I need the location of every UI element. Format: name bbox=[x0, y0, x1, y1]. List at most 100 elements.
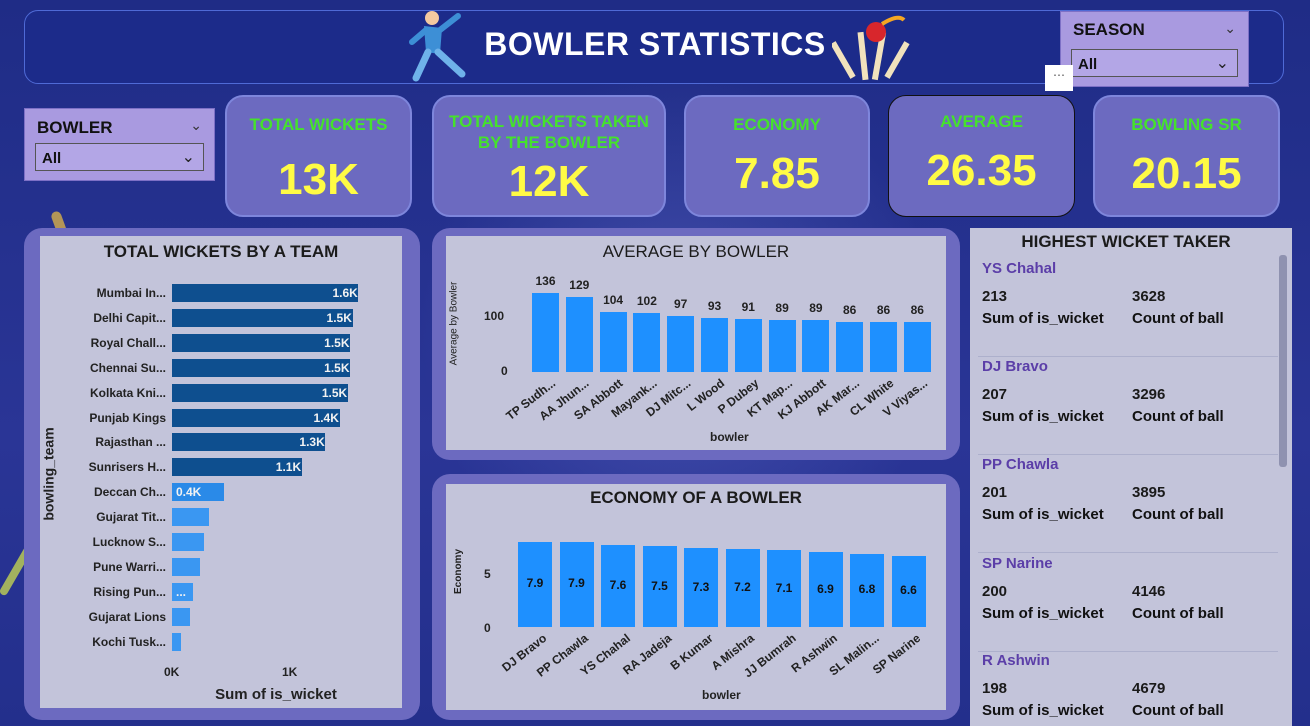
kpi-wickets-by-bowler: TOTAL WICKETS TAKEN BY THE BOWLER 12K bbox=[432, 95, 666, 217]
kpi-value: 7.85 bbox=[734, 149, 820, 198]
kpi-strike-rate: BOWLING SR 20.15 bbox=[1093, 95, 1280, 217]
x-axis-title: bowler bbox=[702, 688, 741, 702]
y-tick: 5 bbox=[484, 567, 491, 581]
data-label: 1.6K bbox=[332, 286, 358, 300]
ball-count: 3296 bbox=[1132, 386, 1166, 403]
kpi-total-wickets: TOTAL WICKETS 13K bbox=[225, 95, 412, 217]
y-tick-label: Kolkata Kni... bbox=[89, 385, 166, 400]
kpi-value: 26.35 bbox=[926, 146, 1037, 195]
chart-title: ECONOMY OF A BOWLER bbox=[590, 488, 802, 507]
x-axis-title: Sum of is_wicket bbox=[215, 686, 337, 703]
bar bbox=[532, 293, 559, 372]
x-tick: 0K bbox=[164, 665, 180, 679]
bar bbox=[172, 533, 204, 551]
panel-title: HIGHEST WICKET TAKER bbox=[1021, 232, 1231, 251]
y-tick-label: Mumbai In... bbox=[96, 286, 166, 300]
data-label: 7.9 bbox=[526, 576, 544, 591]
x-tick: 1K bbox=[282, 665, 298, 679]
ball-label: Count of ball bbox=[1132, 605, 1224, 622]
data-label: 0.4K bbox=[176, 485, 202, 500]
data-label: 1.4K bbox=[313, 410, 339, 425]
highest-wicket-taker-panel: HIGHEST WICKET TAKER YS Chahal 213 3628 … bbox=[970, 228, 1292, 726]
bowler-name: DJ Bravo bbox=[982, 358, 1048, 375]
data-label: 1.5K bbox=[324, 335, 350, 350]
bar bbox=[903, 322, 931, 372]
x-tick-label: B Kumar bbox=[667, 631, 716, 673]
ball-label: Count of ball bbox=[1132, 702, 1224, 719]
data-label: 7.3 bbox=[692, 579, 710, 594]
ball-count: 3895 bbox=[1132, 484, 1166, 501]
list-item[interactable]: DJ Bravo 207 3296 Sum of is_wicket Count… bbox=[978, 358, 1278, 455]
bar bbox=[870, 322, 897, 372]
chevron-down-icon[interactable]: ⌄ bbox=[190, 117, 202, 134]
y-tick-label: Rajasthan ... bbox=[95, 435, 166, 450]
average-chart: AVERAGE BY BOWLER 136 TP Sudh... 129 AA Jhu… bbox=[446, 236, 946, 450]
data-label: 1.1K bbox=[275, 460, 302, 475]
data-label: 7.6 bbox=[609, 577, 627, 592]
data-label: 1.5K bbox=[324, 360, 350, 375]
y-axis-title: Average by Bowler bbox=[448, 281, 460, 366]
chevron-down-icon: ⌄ bbox=[1215, 55, 1229, 72]
data-label: 7.9 bbox=[568, 576, 585, 591]
scrollbar-thumb[interactable] bbox=[1279, 255, 1287, 467]
data-label: 1.5K bbox=[321, 385, 348, 400]
data-label: 6.6 bbox=[900, 583, 917, 598]
list-item[interactable]: YS Chahal 213 3628 Sum of is_wicket Coun… bbox=[978, 260, 1278, 357]
kpi-value: 13K bbox=[278, 155, 359, 204]
bar bbox=[172, 632, 182, 651]
season-dropdown[interactable]: All ⌄ bbox=[1071, 49, 1238, 77]
chevron-down-icon: ⌄ bbox=[181, 149, 195, 166]
bar bbox=[172, 308, 353, 327]
y-tick-label: Chennai Su... bbox=[89, 360, 166, 375]
bowler-dropdown-value: All bbox=[42, 150, 62, 167]
kpi-value: 20.15 bbox=[1131, 149, 1242, 198]
data-label: 86 bbox=[910, 303, 924, 318]
data-label: 1.3K bbox=[299, 435, 325, 450]
wicket-count: 213 bbox=[982, 288, 1008, 305]
y-tick-label: Kochi Tusk... bbox=[92, 634, 166, 649]
bowler-dropdown[interactable]: All ⌄ bbox=[35, 143, 204, 171]
chevron-down-icon[interactable]: ⌄ bbox=[1224, 20, 1236, 37]
y-tick: 0 bbox=[501, 364, 508, 378]
chart-title: TOTAL WICKETS BY A TEAM bbox=[103, 242, 339, 261]
bar bbox=[836, 322, 864, 372]
bar bbox=[768, 320, 796, 372]
y-tick-label: Rising Pun... bbox=[93, 584, 166, 599]
y-tick: 100 bbox=[484, 309, 505, 323]
y-axis-title: Economy bbox=[453, 548, 465, 595]
data-label: 129 bbox=[569, 278, 590, 293]
ball-count: 4679 bbox=[1132, 680, 1166, 697]
bowler-name: PP Chawla bbox=[982, 456, 1059, 473]
ball-label: Count of ball bbox=[1132, 506, 1224, 523]
more-options-icon[interactable]: ⋯ bbox=[1045, 65, 1073, 91]
season-slicer-label: SEASON bbox=[1073, 20, 1145, 39]
season-dropdown-value: All bbox=[1078, 56, 1098, 73]
wicket-count: 201 bbox=[982, 484, 1008, 501]
bar bbox=[172, 607, 190, 626]
list-item[interactable]: PP Chawla 201 3895 Sum of is_wicket Coun… bbox=[978, 456, 1278, 553]
wicket-label: Sum of is_wicket bbox=[982, 605, 1104, 622]
list-item[interactable]: R Ashwin 198 4679 Sum of is_wicket Count… bbox=[978, 652, 1278, 726]
bar bbox=[701, 318, 728, 372]
bar bbox=[172, 508, 209, 527]
ball-label: Count of ball bbox=[1132, 310, 1224, 327]
bowler-name: R Ashwin bbox=[982, 652, 1050, 669]
y-tick-label: Deccan Ch... bbox=[93, 485, 166, 500]
wicket-label: Sum of is_wicket bbox=[982, 702, 1104, 719]
kpi-value: 12K bbox=[508, 157, 590, 206]
data-label: 7.5 bbox=[651, 578, 668, 593]
ball-label: Count of ball bbox=[1132, 408, 1224, 425]
y-tick-label: Delhi Capit... bbox=[93, 310, 166, 325]
data-label: 7.2 bbox=[734, 580, 751, 595]
list-item[interactable]: SP Narine 200 4146 Sum of is_wicket Coun… bbox=[978, 555, 1278, 652]
data-label: 6.8 bbox=[858, 582, 876, 597]
y-tick-label: Sunrisers H... bbox=[88, 460, 166, 475]
y-tick-label: Gujarat Tit... bbox=[96, 510, 166, 525]
x-axis-title: bowler bbox=[710, 430, 749, 444]
team-wickets-chart: TOTAL WICKETS BY A TEAM Mumbai In... 1.6K… bbox=[40, 236, 402, 708]
kpi-label: ECONOMY bbox=[733, 115, 821, 134]
y-tick-label: Pune Warri... bbox=[93, 559, 166, 574]
kpi-average: AVERAGE 26.35 bbox=[888, 95, 1075, 217]
kpi-label: TOTAL WICKETS TAKEN BY THE BOWLER bbox=[449, 112, 649, 152]
wicket-count: 198 bbox=[982, 680, 1008, 697]
